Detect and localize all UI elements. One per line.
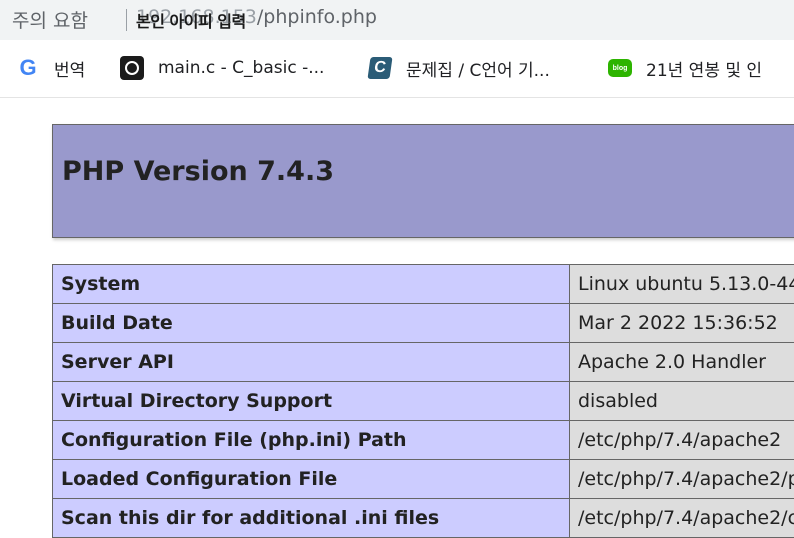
row-key: Scan this dir for additional .ini files [53,499,570,538]
bookmark-label: 문제집 / C언어 기... [406,56,550,81]
phpinfo-table: System Linux ubuntu 5.13.0-44- Build Dat… [52,264,794,538]
row-value: Apache 2.0 Handler [570,343,794,382]
row-key: Server API [53,343,570,382]
row-value: /etc/php/7.4/apache2/p [570,460,794,499]
table-row: Configuration File (php.ini) Path /etc/p… [53,421,794,460]
code-app-icon [120,56,144,80]
bookmarks-bar: G 번역 main.c - C_basic -... C 문제집 / C언어 기… [0,40,794,98]
google-icon: G [16,56,40,80]
table-row: System Linux ubuntu 5.13.0-44- [53,265,794,304]
bookmark-translate[interactable]: G 번역 [16,54,85,82]
php-version-header: PHP Version 7.4.3 [52,124,794,238]
url-path: /phpinfo.php [257,6,377,28]
row-key: Build Date [53,304,570,343]
row-key: Configuration File (php.ini) Path [53,421,570,460]
row-value: Mar 2 2022 15:36:52 [570,304,794,343]
c-language-icon: C [368,56,392,80]
row-key: Virtual Directory Support [53,382,570,421]
row-value: Linux ubuntu 5.13.0-44- [570,265,794,304]
bookmark-main-c[interactable]: main.c - C_basic -... [120,54,324,82]
row-value: disabled [570,382,794,421]
bookmark-problem-set[interactable]: C 문제집 / C언어 기... [368,54,550,82]
bookmark-label: main.c - C_basic -... [158,58,324,78]
table-row: Server API Apache 2.0 Handler [53,343,794,382]
row-value: /etc/php/7.4/apache2/co [570,499,794,538]
security-warning-label[interactable]: 주의 요함 [12,6,88,33]
bookmark-salary[interactable]: blog 21년 연봉 및 인 [608,54,762,82]
address-bar[interactable]: 주의 요함 192.168.153/phpinfo.php 본인 아이피 입력 [0,0,794,40]
table-row: Virtual Directory Support disabled [53,382,794,421]
row-key: System [53,265,570,304]
row-key: Loaded Configuration File [53,460,570,499]
row-value: /etc/php/7.4/apache2 [570,421,794,460]
bookmark-label: 21년 연봉 및 인 [646,56,762,81]
redaction-overlay-text: 본인 아이피 입력 [136,8,246,32]
naver-blog-icon: blog [608,56,632,80]
table-row: Build Date Mar 2 2022 15:36:52 [53,304,794,343]
table-row: Scan this dir for additional .ini files … [53,499,794,538]
table-row: Loaded Configuration File /etc/php/7.4/a… [53,460,794,499]
bookmark-label: 번역 [54,56,85,81]
php-version-title: PHP Version 7.4.3 [62,156,334,187]
address-separator [126,9,127,31]
